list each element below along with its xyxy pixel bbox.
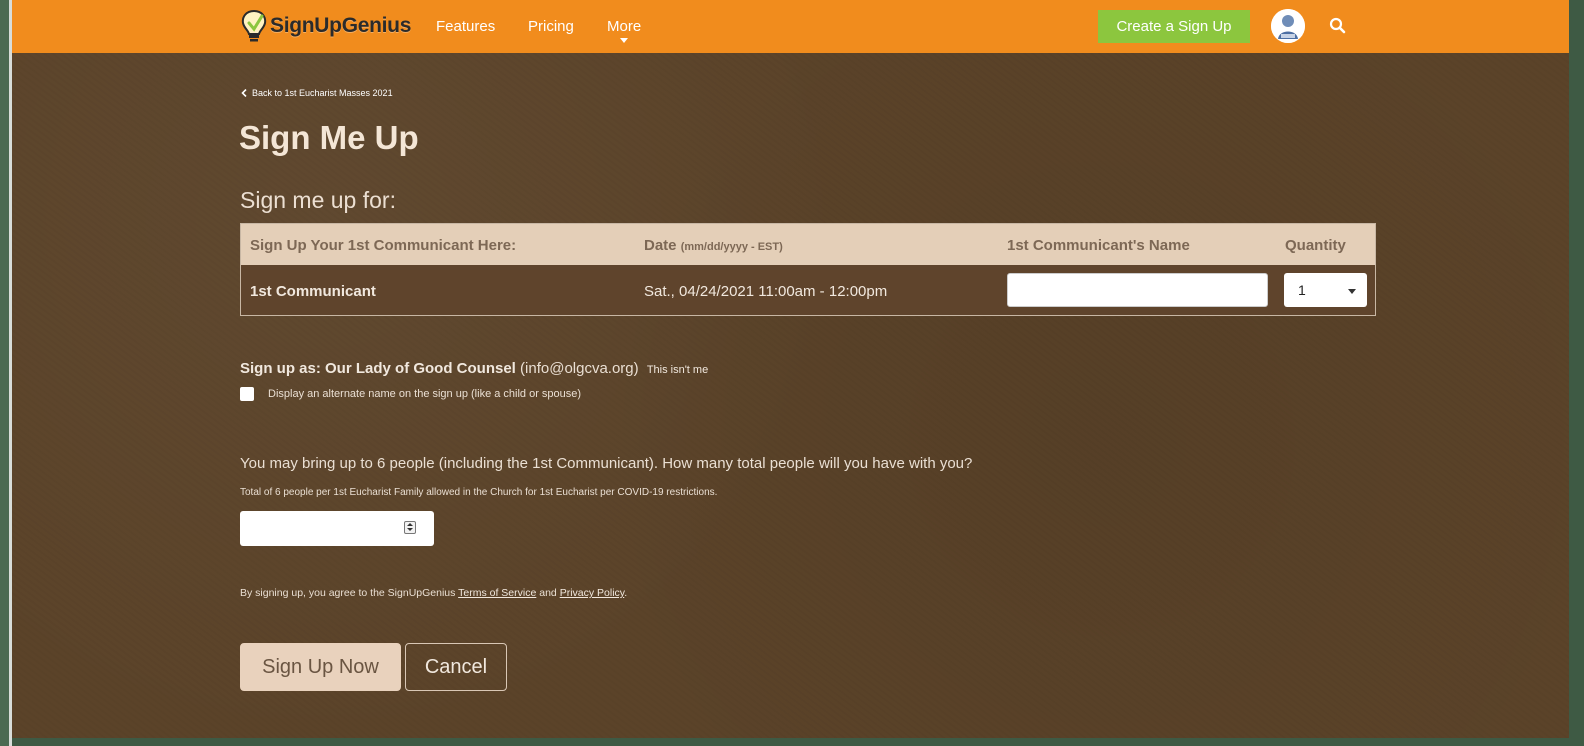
header-name: 1st Communicant's Name [1007,237,1190,254]
table-header: Sign Up Your 1st Communicant Here: Date … [241,224,1375,265]
page-title: Sign Me Up [239,119,419,156]
create-sign-up-button[interactable]: Create a Sign Up [1098,10,1250,43]
window-frame-right [1569,0,1584,746]
alternate-name-option: Display an alternate name on the sign up… [240,387,581,401]
terms-agreement: By signing up, you agree to the SignUpGe… [240,587,627,599]
back-link[interactable]: Back to 1st Eucharist Masses 2021 [241,88,393,98]
nav-pricing[interactable]: Pricing [528,18,574,35]
agreement-and: and [539,587,557,599]
sign-up-as-prefix: Sign up as: [240,360,321,377]
communicant-name-input[interactable] [1007,273,1268,307]
agreement-suffix: . [624,587,628,599]
alternate-name-checkbox[interactable] [240,387,254,401]
chevron-left-icon [241,89,247,97]
header-slot: Sign Up Your 1st Communicant Here: [250,237,517,254]
chevron-down-icon [620,38,628,43]
back-link-label: Back to 1st Eucharist Masses 2021 [252,88,393,98]
people-note: Total of 6 people per 1st Eucharist Fami… [240,487,718,498]
header-date-hint: (mm/dd/yyyy - EST) [680,241,783,253]
not-me-link[interactable]: This isn't me [647,364,708,376]
page: SignUpGenius Features Pricing More Creat… [12,0,1569,738]
lightbulb-icon [240,9,268,43]
window-frame-left [0,0,12,746]
sign-up-as-name: Our Lady of Good Counsel [325,360,516,377]
nav-features[interactable]: Features [436,18,495,35]
caret-down-icon [1348,289,1356,294]
header-date: Date (mm/dd/yyyy - EST) [644,237,783,254]
signupgenius-logo[interactable]: SignUpGenius [240,7,411,45]
sign-up-now-button[interactable]: Sign Up Now [240,643,401,691]
slot-date: Sat., 04/24/2021 11:00am - 12:00pm [644,283,888,300]
stepper-up-icon [407,523,413,526]
alternate-name-label[interactable]: Display an alternate name on the sign up… [268,388,581,400]
search-icon[interactable] [1328,16,1348,36]
sign-up-as-email: (info@olgcva.org) [520,360,639,377]
number-stepper[interactable] [404,521,416,534]
nav-more[interactable]: More [607,18,641,35]
stepper-down-icon [407,528,413,531]
header-quantity: Quantity [1285,237,1346,254]
quantity-select[interactable]: 1 [1284,273,1367,307]
sign-up-as: Sign up as: Our Lady of Good Counsel (in… [240,360,708,377]
cancel-button[interactable]: Cancel [405,643,507,691]
people-count-input[interactable] [240,511,434,546]
agreement-prefix: By signing up, you agree to the SignUpGe… [240,587,456,599]
quantity-value: 1 [1298,282,1306,298]
people-question: You may bring up to 6 people (including … [240,455,973,472]
privacy-policy-link[interactable]: Privacy Policy [560,587,625,599]
terms-of-service-link[interactable]: Terms of Service [458,587,536,599]
top-navigation-bar: SignUpGenius Features Pricing More Creat… [12,0,1569,53]
section-subtitle: Sign me up for: [240,187,396,213]
signup-slots-table: Sign Up Your 1st Communicant Here: Date … [240,223,1376,316]
avatar[interactable] [1271,9,1305,43]
header-date-label: Date [644,237,677,254]
slot-name: 1st Communicant [250,283,376,300]
logo-text: SignUpGenius [270,14,412,37]
table-row: 1st Communicant Sat., 04/24/2021 11:00am… [241,265,1375,315]
window-frame-bottom [12,738,1584,746]
